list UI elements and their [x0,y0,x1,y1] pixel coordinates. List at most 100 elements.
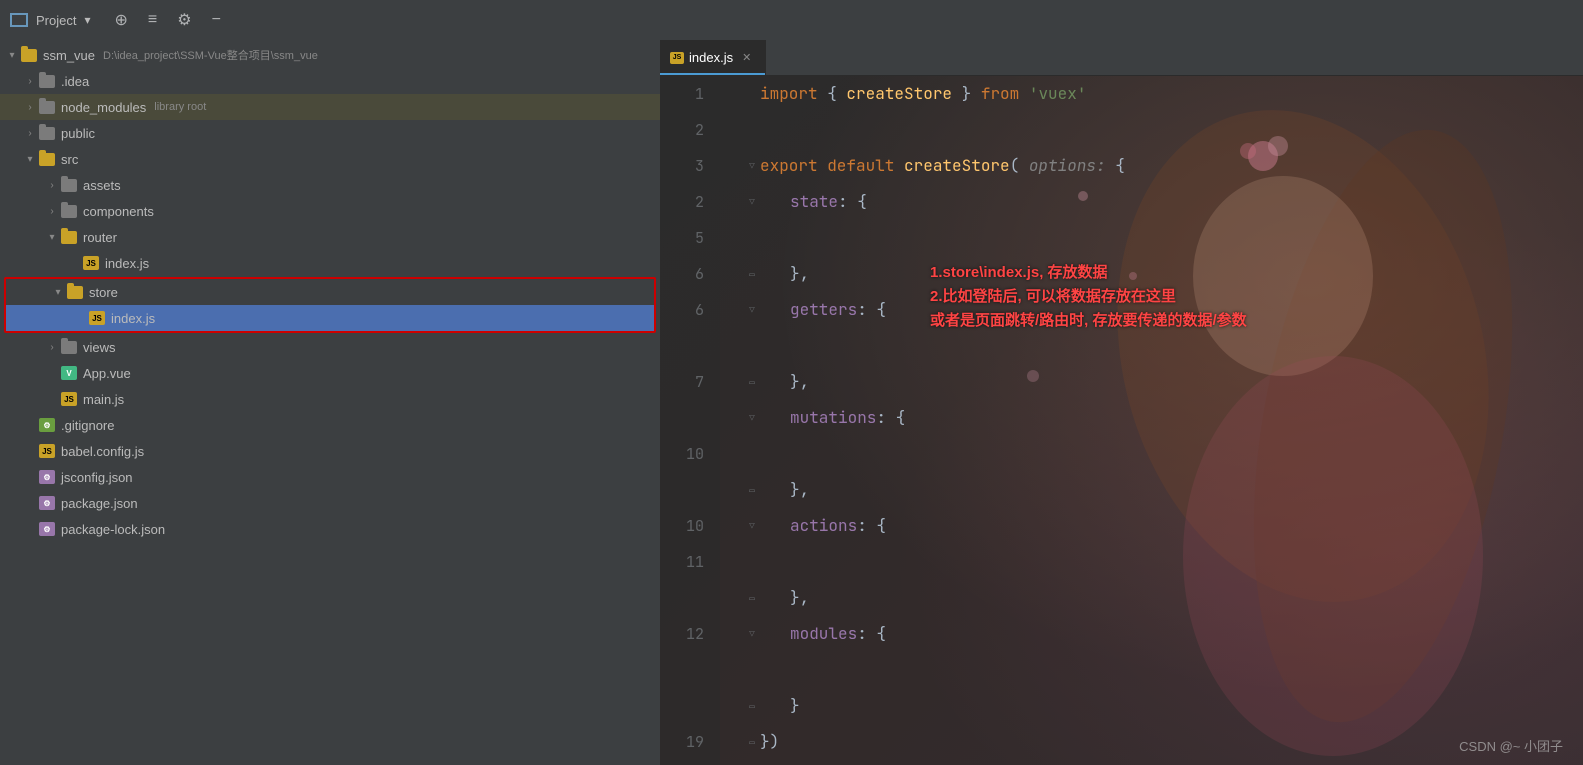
code-line-15: ▭ }, [744,580,1583,616]
minimize-button[interactable]: − [208,9,225,31]
code-line-19: ▭ }) [744,724,1583,760]
editor-content[interactable]: 1 2 3 2 5 6 6 7 10 10 11 12 [660,76,1583,765]
title-bar-actions: ⊕ ≡ ⚙ − [111,8,225,32]
root-path: D:\idea_project\SSM-Vue整合项目\ssm_vue [103,47,318,63]
idea-chevron: › [22,76,38,87]
title-text: Project [36,13,76,28]
settings-button[interactable]: ⚙ [173,8,195,32]
code-line-2 [744,112,1583,148]
fold-9[interactable]: ▭ [744,364,760,400]
sidebar-item-babel[interactable]: JS babel.config.js [0,438,660,464]
mj-label: main.js [83,392,124,407]
root-chevron: ▾ [4,50,20,61]
code-line-11 [744,436,1583,472]
jc-label: jsconfig.json [61,470,133,485]
sidebar-item-app-vue[interactable]: V App.vue [0,360,660,386]
line-num-5: 5 [660,220,704,256]
code-line-14 [744,544,1583,580]
av-label: App.vue [83,366,131,381]
fold-10[interactable]: ▽ [744,400,760,436]
public-label: public [61,126,95,141]
pl-icon: ⚙ [38,520,56,538]
sidebar-item-jsconfig[interactable]: ⚙ jsconfig.json [0,464,660,490]
sidebar-item-store-index[interactable]: JS index.js [6,305,654,331]
line-num-7: 6 [660,292,704,328]
fold-12[interactable]: ▭ [744,472,760,508]
mj-js-icon: JS [60,390,78,408]
sidebar-item-router-index[interactable]: JS index.js [0,250,660,276]
sidebar-item-gitignore[interactable]: ⚙ .gitignore [0,412,660,438]
line-num-16: 12 [660,616,704,652]
gi-icon: ⚙ [38,416,56,434]
fold-19[interactable]: ▭ [744,724,760,760]
sidebar-item-public[interactable]: › public [0,120,660,146]
line-num-8 [660,328,704,364]
assets-folder-icon [60,176,78,194]
line-num-18 [660,688,704,724]
line-num-15 [660,580,704,616]
annotation-box: 1.store\index.js, 存放数据 2.比如登陆后, 可以将数据存放在… [930,261,1247,333]
code-line-18: ▭ } [744,688,1583,724]
menu-button[interactable]: ≡ [144,9,161,31]
store-label: store [89,285,118,300]
src-chevron: ▾ [22,154,38,165]
idea-folder-icon [38,72,56,90]
tab-js-icon: JS [670,52,684,64]
views-label: views [83,340,116,355]
code-line-16: ▽ modules : { [744,616,1583,652]
line-num-1: 1 [660,76,704,112]
nm-hint: library root [154,101,206,113]
src-label: src [61,152,78,167]
sidebar-item-package[interactable]: ⚙ package.json [0,490,660,516]
sidebar-item-components[interactable]: › components [0,198,660,224]
pl-label: package-lock.json [61,522,165,537]
sidebar-item-store[interactable]: ▾ store [6,279,654,305]
nm-folder-icon [38,98,56,116]
watermark: CSDN @~ 小团子 [1459,736,1563,755]
bc-js-icon: JS [38,442,56,460]
router-chevron: ▾ [44,232,60,243]
fold-7[interactable]: ▽ [744,292,760,328]
fold-6[interactable]: ▭ [744,256,760,292]
sidebar-item-views[interactable]: › views [0,334,660,360]
tab-index-js[interactable]: JS index.js ✕ [660,40,766,75]
fold-15[interactable]: ▭ [744,580,760,616]
sidebar-item-node-modules[interactable]: › node_modules library root [0,94,660,120]
code-lines[interactable]: import { createStore } from 'vuex' [720,76,1583,765]
router-folder-icon [60,228,78,246]
fold-13[interactable]: ▽ [744,508,760,544]
code-line-17 [744,652,1583,688]
chevron-icon[interactable]: ▾ [84,13,90,27]
line-num-6: 6 [660,256,704,292]
sidebar-item-src[interactable]: ▾ src [0,146,660,172]
line-num-17 [660,652,704,688]
ri-js-icon: JS [82,254,100,272]
fold-18[interactable]: ▭ [744,688,760,724]
sidebar-item-assets[interactable]: › assets [0,172,660,198]
annotation-line1: 1.store\index.js, 存放数据 [930,261,1247,285]
sidebar-item-idea[interactable]: › .idea [0,68,660,94]
router-label: router [83,230,117,245]
fold-16[interactable]: ▽ [744,616,760,652]
fold-3[interactable]: ▽ [744,148,760,184]
views-folder-icon [60,338,78,356]
nm-chevron: › [22,102,38,113]
title-bar-left: Project ▾ [10,13,91,28]
nm-label: node_modules [61,100,146,115]
line-num-3: 3 [660,148,704,184]
tab-close-icon[interactable]: ✕ [742,51,751,64]
line-num-11: 10 [660,436,704,472]
sidebar-item-router[interactable]: ▾ router [0,224,660,250]
si-js-icon: JS [88,309,106,327]
gi-label: .gitignore [61,418,114,433]
tree-root[interactable]: ▾ ssm_vue D:\idea_project\SSM-Vue整合项目\ss… [0,42,660,68]
add-button[interactable]: ⊕ [111,8,132,32]
assets-label: assets [83,178,121,193]
jc-icon: ⚙ [38,468,56,486]
fold-4[interactable]: ▽ [744,184,760,220]
assets-chevron: › [44,180,60,191]
sidebar-item-package-lock[interactable]: ⚙ package-lock.json [0,516,660,542]
public-chevron: › [22,128,38,139]
sidebar-item-main-js[interactable]: JS main.js [0,386,660,412]
av-vue-icon: V [60,364,78,382]
